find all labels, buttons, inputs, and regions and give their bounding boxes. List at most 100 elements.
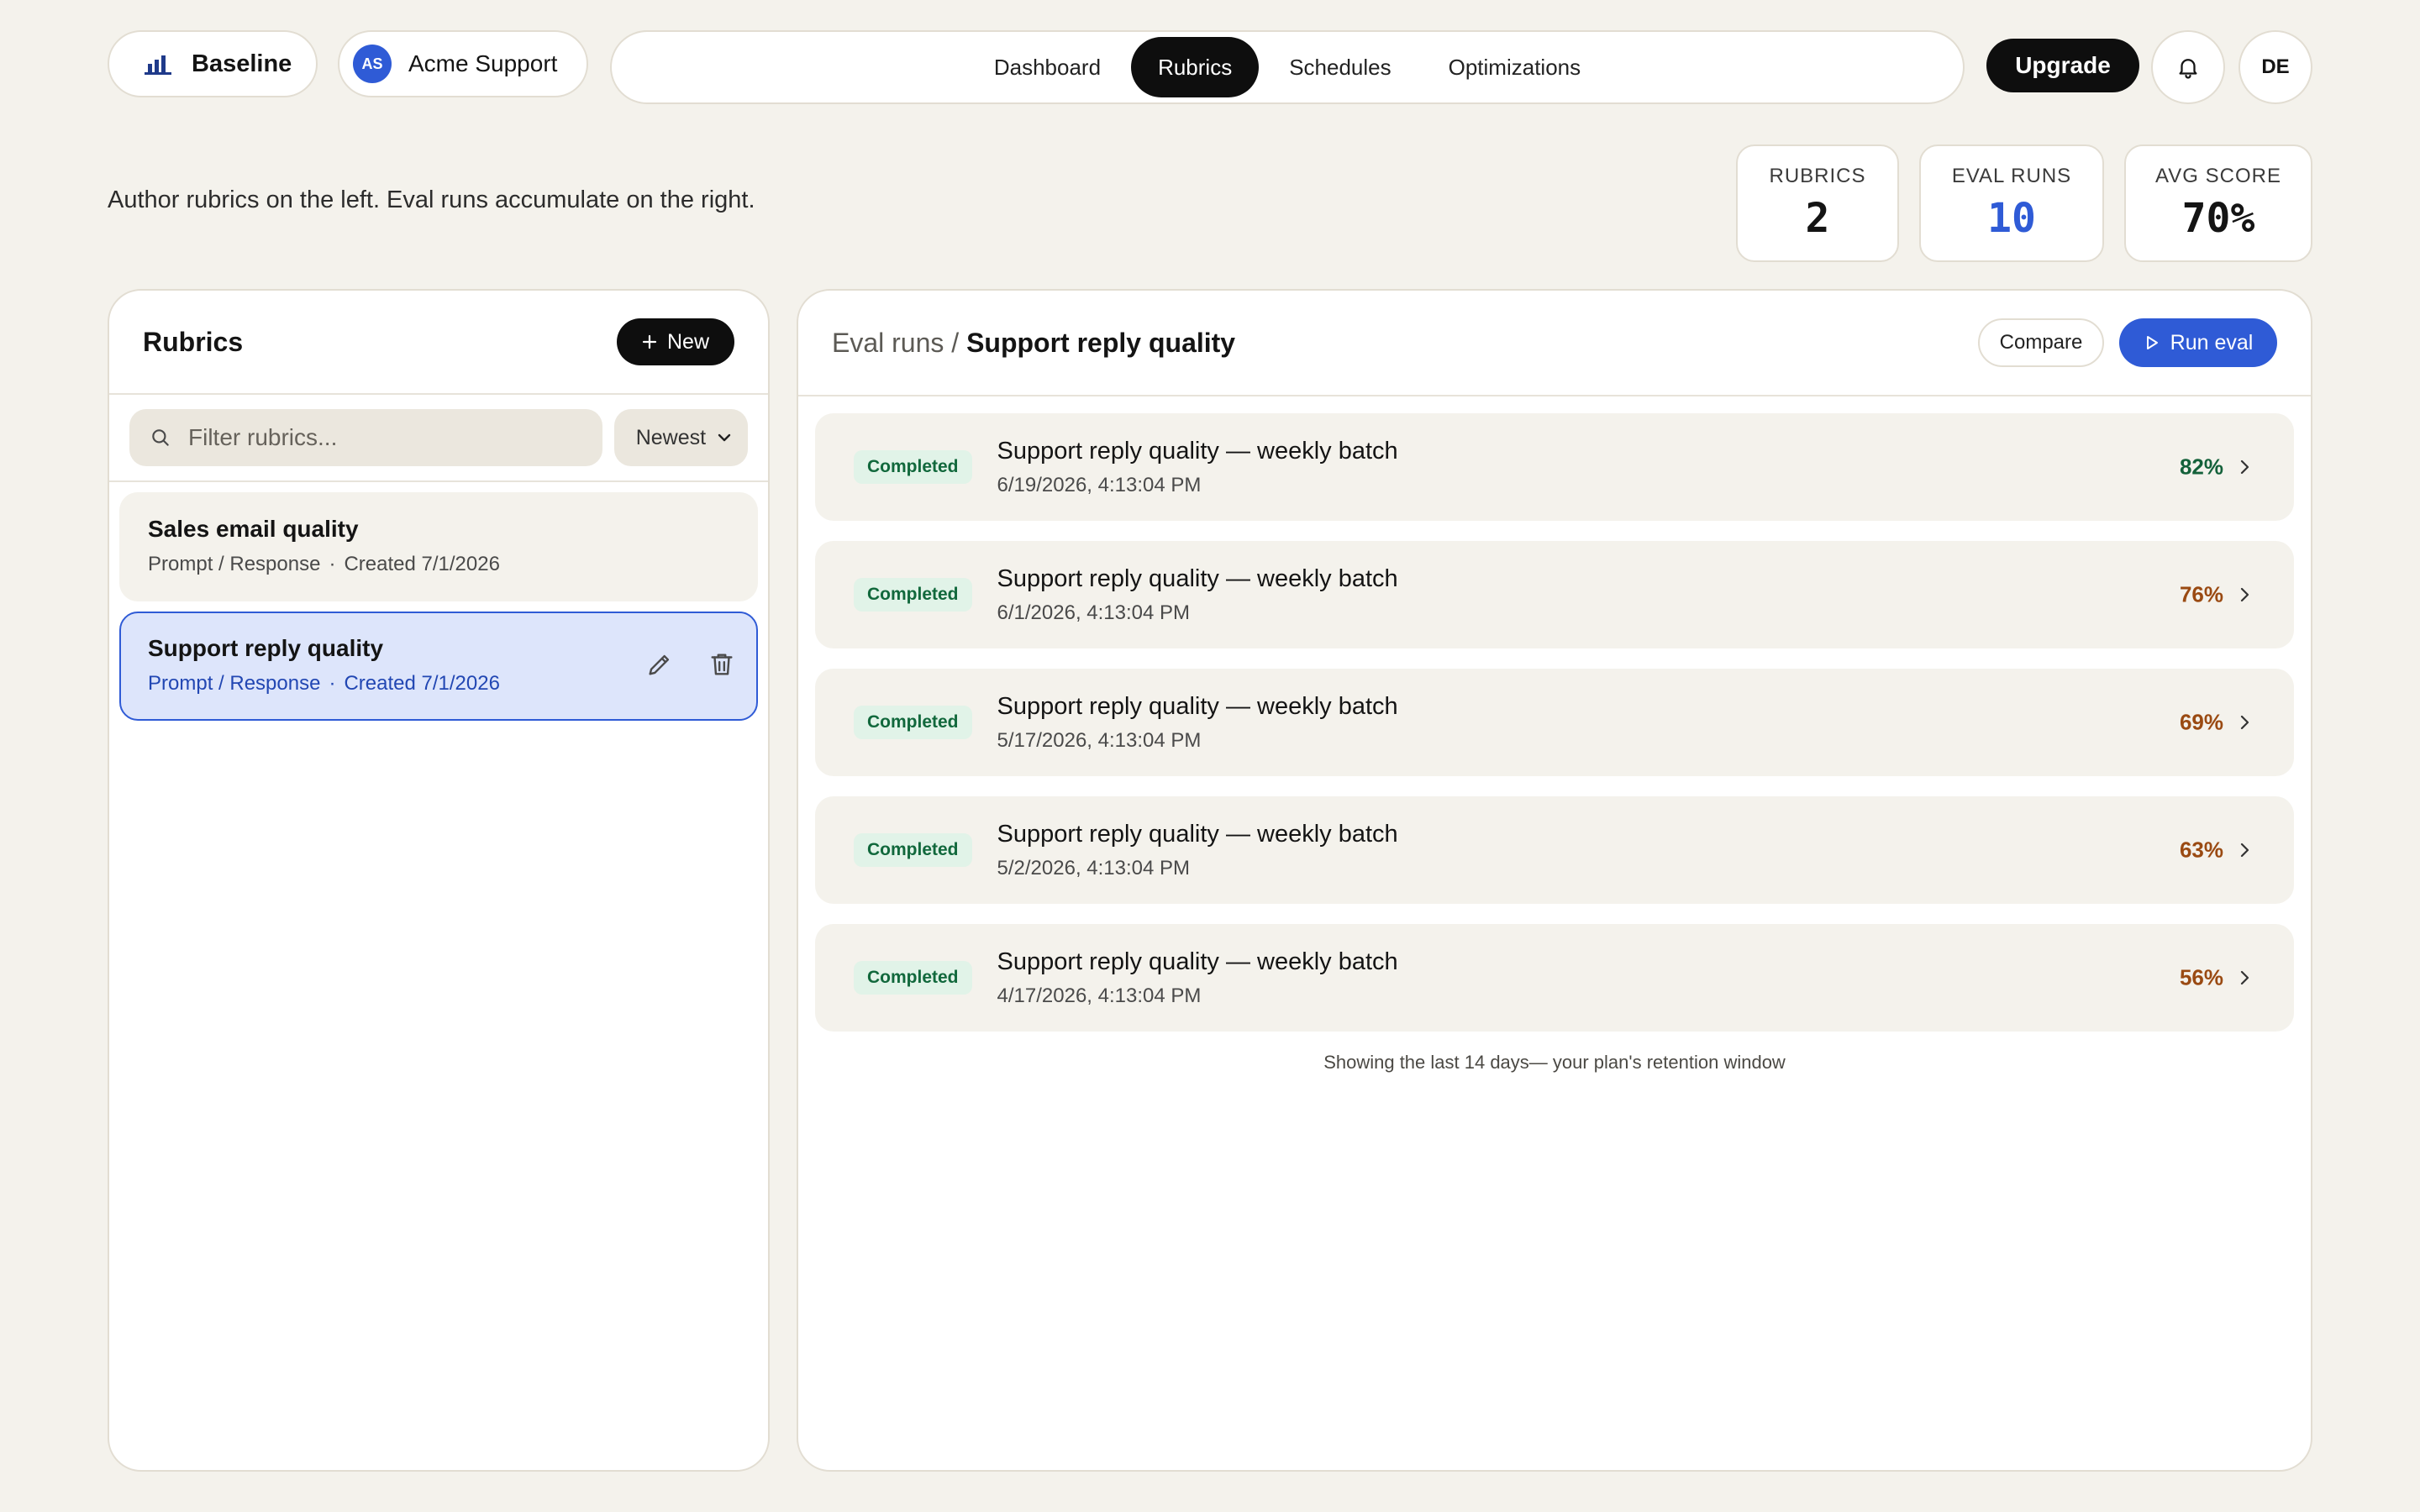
run-score: 63%: [2179, 837, 2223, 863]
status-badge: Completed: [854, 450, 972, 484]
upgrade-button[interactable]: Upgrade: [1986, 39, 2139, 92]
eval-run-row[interactable]: Completed Support reply quality — weekly…: [815, 924, 2294, 1032]
rubric-name: Support reply quality: [148, 635, 384, 661]
eval-runs-header: Eval runs / Support reply quality Compar…: [798, 291, 2311, 396]
eval-run-row[interactable]: Completed Support reply quality — weekly…: [815, 669, 2294, 776]
rubric-search: [129, 409, 602, 466]
run-timestamp: 4/17/2026, 4:13:04 PM: [997, 984, 1202, 1007]
tab-schedules[interactable]: Schedules: [1262, 37, 1418, 97]
stat-rubrics-value: 2: [1805, 195, 1830, 242]
run-timestamp: 6/1/2026, 4:13:04 PM: [997, 601, 1191, 624]
workspace-name: Acme Support: [408, 50, 558, 76]
tab-rubrics[interactable]: Rubrics: [1131, 37, 1260, 97]
rubric-type: Prompt / Response: [148, 553, 321, 575]
stat-avg-score-label: AVG SCORE: [2155, 165, 2281, 187]
plus-icon: [642, 334, 657, 349]
app-root: Baseline AS Acme Support Dashboard Rubri…: [0, 0, 2420, 1512]
rubric-name: Sales email quality: [148, 516, 359, 542]
run-score: 56%: [2179, 964, 2223, 990]
chevron-right-icon: [2240, 587, 2249, 602]
bell-icon: [2179, 59, 2197, 79]
breadcrumb-separator: /: [951, 327, 960, 358]
status-badge: Completed: [854, 833, 972, 867]
stat-eval-runs-label: EVAL RUNS: [1951, 165, 2072, 187]
run-info: Support reply quality — weekly batch 6/1…: [997, 438, 1398, 497]
rubric-created: Created 7/1/2026: [344, 672, 500, 695]
trash-icon[interactable]: [708, 650, 736, 679]
sort-select-value: Newest: [635, 425, 707, 449]
run-info: Support reply quality — weekly batch 5/1…: [997, 693, 1398, 753]
status-badge: Completed: [854, 578, 972, 612]
run-info: Support reply quality — weekly batch 4/1…: [997, 948, 1398, 1008]
run-title: Support reply quality — weekly batch: [997, 437, 1398, 465]
workspace-switcher[interactable]: AS Acme Support: [338, 30, 588, 97]
stat-eval-runs: EVAL RUNS 10: [1919, 144, 2104, 262]
rubric-meta: Prompt / Response · Created 7/1/2026: [148, 672, 500, 695]
rubric-actions: [645, 650, 736, 679]
rubric-search-input[interactable]: [188, 424, 592, 451]
run-timestamp: 5/2/2026, 4:13:04 PM: [997, 856, 1191, 879]
top-bar: Baseline AS Acme Support Dashboard Rubri…: [108, 30, 2312, 104]
retention-note: Showing the last 14 days— your plan's re…: [1323, 1052, 1786, 1073]
breadcrumb-parent[interactable]: Eval runs: [832, 328, 944, 358]
brand-button[interactable]: Baseline: [108, 30, 318, 97]
run-score: 69%: [2179, 709, 2223, 735]
run-info: Support reply quality — weekly batch 5/2…: [997, 821, 1398, 880]
chevron-right-icon: [2240, 715, 2249, 730]
breadcrumb: Eval runs / Support reply quality: [832, 328, 1235, 359]
chevron-right-icon: [2240, 970, 2249, 985]
run-title: Support reply quality — weekly batch: [997, 564, 1398, 592]
eval-run-row[interactable]: Completed Support reply quality — weekly…: [815, 796, 2294, 904]
rubric-item[interactable]: Sales email quality Prompt / Response · Cr…: [119, 492, 758, 601]
new-rubric-label: New: [666, 329, 709, 354]
chevron-right-icon: [2240, 459, 2249, 475]
chevron-down-icon: [718, 433, 731, 442]
run-eval-label: Run eval: [2170, 330, 2254, 354]
rubrics-filter-bar: Newest: [109, 395, 768, 482]
brand-name: Baseline: [192, 50, 292, 77]
run-title: Support reply quality — weekly batch: [997, 692, 1398, 720]
rubrics-panel: Rubrics New Newest: [108, 289, 770, 1472]
search-icon: [152, 429, 169, 446]
sort-select[interactable]: Newest: [613, 409, 748, 466]
tab-dashboard[interactable]: Dashboard: [967, 37, 1128, 97]
rubric-type: Prompt / Response: [148, 672, 321, 695]
page-description: Author rubrics on the left. Eval runs ac…: [108, 186, 755, 213]
bar-chart-icon: [145, 55, 171, 75]
status-badge: Completed: [854, 961, 972, 995]
eval-run-list: Completed Support reply quality — weekly…: [798, 396, 2311, 1074]
stat-rubrics-label: RUBRICS: [1769, 165, 1866, 187]
run-score: 82%: [2179, 454, 2223, 480]
play-icon: [2146, 336, 2158, 349]
main-nav: Dashboard Rubrics Schedules Optimization…: [610, 30, 1965, 104]
rubrics-panel-header: Rubrics New: [109, 291, 768, 395]
breadcrumb-current: Support reply quality: [966, 327, 1236, 358]
run-info: Support reply quality — weekly batch 6/1…: [997, 565, 1398, 625]
user-avatar-button[interactable]: DE: [2238, 30, 2312, 104]
rubric-item-selected[interactable]: Support reply quality Prompt / Response ·…: [119, 612, 758, 721]
rubric-meta: Prompt / Response · Created 7/1/2026: [148, 553, 500, 575]
run-eval-button[interactable]: Run eval: [2119, 318, 2277, 367]
stat-avg-score-value: 70%: [2181, 195, 2255, 242]
stat-avg-score: AVG SCORE 70%: [2124, 144, 2312, 262]
eval-runs-actions: Compare Run eval: [1978, 318, 2277, 367]
run-timestamp: 5/17/2026, 4:13:04 PM: [997, 728, 1202, 752]
eval-run-row[interactable]: Completed Support reply quality — weekly…: [815, 541, 2294, 648]
status-badge: Completed: [854, 706, 972, 739]
notifications-button[interactable]: [2151, 30, 2225, 104]
stat-rubrics: RUBRICS 2: [1736, 144, 1899, 262]
stat-eval-runs-value: 10: [1987, 195, 2036, 242]
compare-button[interactable]: Compare: [1978, 318, 2104, 367]
rubric-list: Sales email quality Prompt / Response · Cr…: [109, 482, 768, 741]
edit-pencil-icon[interactable]: [645, 650, 674, 679]
eval-run-row[interactable]: Completed Support reply quality — weekly…: [815, 413, 2294, 521]
eval-runs-panel: Eval runs / Support reply quality Compar…: [797, 289, 2312, 1472]
run-title: Support reply quality — weekly batch: [997, 948, 1398, 975]
tab-optimizations[interactable]: Optimizations: [1422, 37, 1608, 97]
run-timestamp: 6/19/2026, 4:13:04 PM: [997, 473, 1202, 496]
rubrics-panel-title: Rubrics: [143, 326, 244, 357]
new-rubric-button[interactable]: New: [617, 318, 734, 365]
workspace-avatar: AS: [353, 45, 392, 83]
run-score: 76%: [2179, 581, 2223, 607]
run-title: Support reply quality — weekly batch: [997, 820, 1398, 848]
